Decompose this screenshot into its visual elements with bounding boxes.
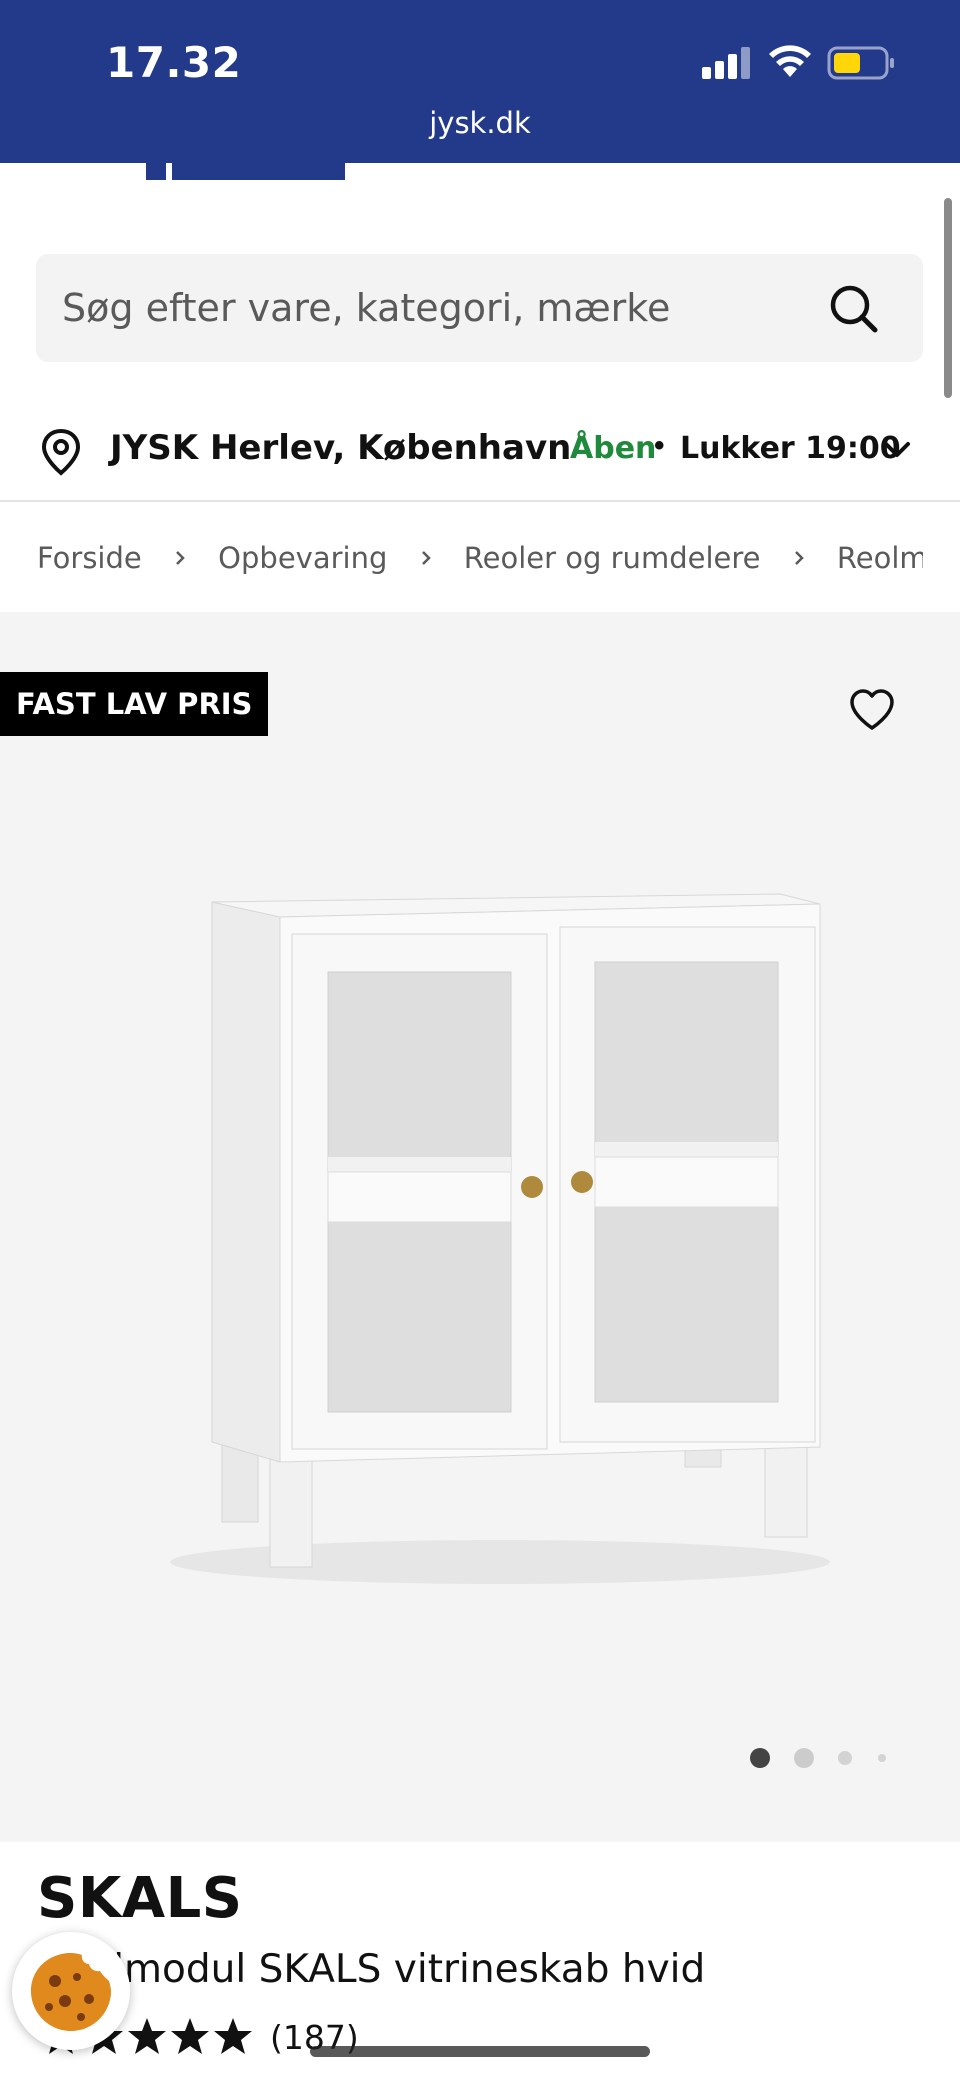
gallery-dot-3[interactable] [838, 1751, 852, 1765]
url-label[interactable]: jysk.dk [0, 106, 960, 140]
breadcrumb-item-reoler[interactable]: Reoler og rumdelere [464, 541, 761, 575]
product-brand: SKALS [37, 1866, 243, 1931]
site-logo[interactable] [146, 163, 345, 180]
price-badge: FAST LAV PRIS [0, 672, 269, 736]
battery-icon [827, 46, 894, 80]
star-icon [171, 2018, 209, 2054]
product-title: Reolmodul SKALS vitrineskab hvid [40, 1947, 706, 1992]
chevron-right-icon [176, 551, 185, 565]
store-selector[interactable]: JYSK Herlev, København Åben • Lukker 19:… [0, 400, 960, 502]
page-scrollbar[interactable] [944, 198, 952, 398]
product-gallery[interactable]: FAST LAV PRIS [0, 612, 960, 1842]
wifi-icon [769, 45, 811, 77]
breadcrumb-item-current: Reolmodul SKALS [836, 541, 923, 575]
cookie-consent-button[interactable] [12, 1932, 130, 2050]
breadcrumb: Forside Opbevaring Reoler og rumdelere R… [37, 539, 923, 579]
gallery-dot-1[interactable] [750, 1748, 770, 1768]
search-bar[interactable]: Søg efter vare, kategori, mærke [36, 254, 923, 362]
search-icon[interactable] [829, 284, 879, 334]
location-pin-icon [41, 428, 81, 476]
product-image [170, 893, 830, 1584]
gallery-dot-2[interactable] [794, 1748, 814, 1768]
store-open-status: Åben [570, 431, 657, 466]
chevron-right-icon [794, 551, 804, 565]
cookie-icon [31, 1953, 111, 2031]
store-name: JYSK Herlev, København [110, 428, 572, 468]
chevron-down-icon[interactable] [883, 436, 911, 464]
gallery-pagination[interactable] [748, 1746, 898, 1770]
star-icon [214, 2018, 252, 2054]
search-input[interactable]: Søg efter vare, kategori, mærke [62, 286, 670, 330]
home-indicator [310, 2046, 650, 2057]
status-time: 17.32 [106, 38, 242, 87]
store-separator: • [654, 429, 665, 462]
status-bar: 17.32 jysk.dk [0, 0, 960, 163]
star-icon [128, 2018, 166, 2054]
heart-icon[interactable] [848, 688, 896, 732]
store-closing-time: Lukker 19:00 [680, 431, 901, 466]
breadcrumb-item-forside[interactable]: Forside [37, 541, 142, 575]
breadcrumb-item-opbevaring[interactable]: Opbevaring [218, 541, 387, 575]
signal-icon [702, 47, 750, 79]
chevron-right-icon [421, 551, 431, 565]
gallery-dot-4[interactable] [878, 1754, 886, 1762]
